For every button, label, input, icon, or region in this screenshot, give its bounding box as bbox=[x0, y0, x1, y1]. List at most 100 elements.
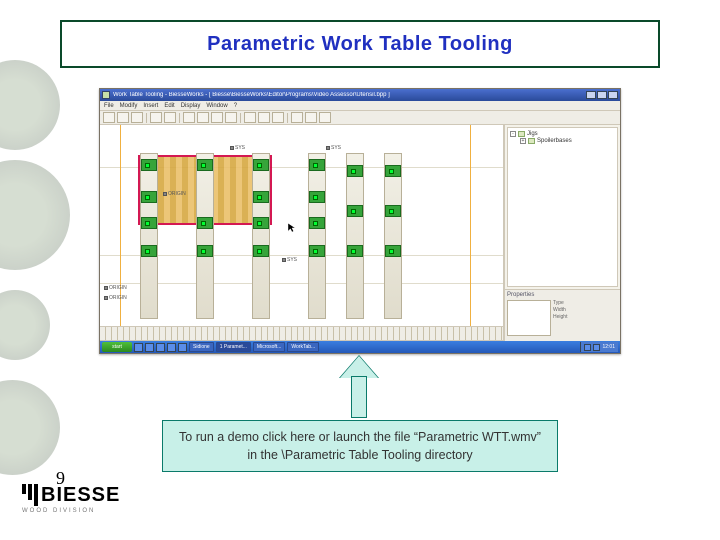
clamp[interactable] bbox=[253, 217, 269, 229]
toolbar-button[interactable] bbox=[117, 112, 129, 123]
taskbar-item[interactable]: WorkTab... bbox=[287, 342, 319, 352]
menu-edit[interactable]: Edit bbox=[164, 103, 174, 109]
taskbar-item[interactable]: Sidione bbox=[189, 342, 214, 352]
clamp[interactable] bbox=[197, 245, 213, 257]
table-rail[interactable] bbox=[252, 153, 270, 319]
clamp[interactable] bbox=[197, 217, 213, 229]
canvas-area[interactable]: SYS SYS SYS ORIGIN ORIGIN ORIGIN /*ticks… bbox=[100, 125, 504, 341]
side-panel: - Jigs + Spoilerbases Properties Type Wi… bbox=[504, 125, 620, 341]
toolbar-button[interactable] bbox=[103, 112, 115, 123]
clamp[interactable] bbox=[385, 205, 401, 217]
clamp[interactable] bbox=[309, 217, 325, 229]
canvas-label: SYS bbox=[235, 145, 245, 151]
table-rail[interactable] bbox=[196, 153, 214, 319]
field-label: Height bbox=[553, 314, 573, 320]
clamp[interactable] bbox=[253, 245, 269, 257]
clamp[interactable] bbox=[385, 165, 401, 177]
clamp[interactable] bbox=[309, 245, 325, 257]
field-label: Type bbox=[553, 300, 573, 306]
clamp[interactable] bbox=[141, 159, 157, 171]
quicklaunch-icon[interactable] bbox=[156, 343, 165, 352]
window-title: Work Table Tooling - BiesseWorks - [ Bie… bbox=[113, 92, 586, 98]
clamp[interactable] bbox=[309, 159, 325, 171]
slide-title-box: Parametric Work Table Tooling bbox=[60, 20, 660, 68]
toolbar-button[interactable] bbox=[319, 112, 331, 123]
origin-label: ORIGIN bbox=[109, 285, 127, 291]
properties-title: Properties bbox=[507, 292, 618, 298]
toolbar bbox=[100, 111, 620, 125]
table-rail[interactable] bbox=[140, 153, 158, 319]
table-rail[interactable] bbox=[384, 153, 402, 319]
toolbar-button[interactable] bbox=[225, 112, 237, 123]
toolbar-button[interactable] bbox=[211, 112, 223, 123]
minimize-button[interactable] bbox=[586, 91, 596, 99]
quicklaunch-icon[interactable] bbox=[134, 343, 143, 352]
clamp[interactable] bbox=[141, 245, 157, 257]
menu-insert[interactable]: Insert bbox=[143, 103, 158, 109]
window-titlebar: Work Table Tooling - BiesseWorks - [ Bie… bbox=[100, 89, 620, 101]
properties-panel: Properties Type Width Height bbox=[505, 289, 620, 341]
demo-caption-box[interactable]: To run a demo click here or launch the f… bbox=[162, 420, 558, 472]
tree-label: Spoilerbases bbox=[537, 138, 572, 144]
clock: 12:01 bbox=[602, 344, 615, 350]
clamp[interactable] bbox=[197, 159, 213, 171]
application-window: Work Table Tooling - BiesseWorks - [ Bie… bbox=[99, 88, 621, 354]
field-label: Width bbox=[553, 307, 573, 313]
start-button[interactable]: start bbox=[102, 342, 132, 352]
tree-item[interactable]: - Jigs bbox=[510, 131, 615, 137]
arrow-up-icon bbox=[340, 356, 378, 418]
brand-name: BIESSE bbox=[41, 484, 120, 507]
toolbar-button[interactable] bbox=[150, 112, 162, 123]
quicklaunch-icon[interactable] bbox=[167, 343, 176, 352]
background-decoration bbox=[0, 0, 82, 540]
taskbar: start Sidione 1 Paramet... Microsoft... … bbox=[100, 341, 620, 353]
table-rail[interactable] bbox=[308, 153, 326, 319]
clamp[interactable] bbox=[347, 165, 363, 177]
brand-subtitle: WOOD DIVISION bbox=[22, 508, 120, 514]
toolbar-button[interactable] bbox=[197, 112, 209, 123]
toolbar-button[interactable] bbox=[258, 112, 270, 123]
maximize-button[interactable] bbox=[597, 91, 607, 99]
taskbar-item[interactable]: Microsoft... bbox=[253, 342, 285, 352]
tree-view[interactable]: - Jigs + Spoilerbases bbox=[507, 127, 618, 287]
menu-bar: File Modify Insert Edit Display Window ? bbox=[100, 101, 620, 111]
system-tray[interactable]: 12:01 bbox=[580, 342, 618, 352]
clamp[interactable] bbox=[253, 191, 269, 203]
slide-title: Parametric Work Table Tooling bbox=[207, 33, 513, 56]
app-icon bbox=[102, 91, 110, 99]
menu-display[interactable]: Display bbox=[181, 103, 201, 109]
clamp[interactable] bbox=[141, 217, 157, 229]
canvas-label: SYS bbox=[287, 257, 297, 263]
toolbar-button[interactable] bbox=[291, 112, 303, 123]
menu-modify[interactable]: Modify bbox=[120, 103, 138, 109]
toolbar-button[interactable] bbox=[272, 112, 284, 123]
origin-label: ORIGIN bbox=[168, 191, 186, 197]
toolbar-button[interactable] bbox=[305, 112, 317, 123]
tree-label: Jigs bbox=[527, 131, 538, 137]
toolbar-button[interactable] bbox=[183, 112, 195, 123]
menu-file[interactable]: File bbox=[104, 103, 114, 109]
toolbar-button[interactable] bbox=[244, 112, 256, 123]
tree-item[interactable]: + Spoilerbases bbox=[520, 138, 615, 144]
menu-help[interactable]: ? bbox=[234, 103, 237, 109]
quicklaunch-icon[interactable] bbox=[178, 343, 187, 352]
clamp[interactable] bbox=[309, 191, 325, 203]
cursor-icon bbox=[288, 223, 296, 233]
toolbar-button[interactable] bbox=[131, 112, 143, 123]
toolbar-button[interactable] bbox=[164, 112, 176, 123]
menu-window[interactable]: Window bbox=[206, 103, 227, 109]
table-rail[interactable] bbox=[346, 153, 364, 319]
taskbar-item[interactable]: 1 Paramet... bbox=[216, 342, 251, 352]
origin-label: ORIGIN bbox=[109, 295, 127, 301]
close-button[interactable] bbox=[608, 91, 618, 99]
clamp[interactable] bbox=[347, 205, 363, 217]
clamp[interactable] bbox=[141, 191, 157, 203]
clamp[interactable] bbox=[347, 245, 363, 257]
demo-caption: To run a demo click here or launch the f… bbox=[173, 428, 547, 464]
clamp[interactable] bbox=[385, 245, 401, 257]
canvas-label: SYS bbox=[331, 145, 341, 151]
preview-swatch bbox=[507, 300, 551, 336]
clamp[interactable] bbox=[253, 159, 269, 171]
brand-logo: BIESSE WOOD DIVISION bbox=[22, 484, 120, 514]
quicklaunch-icon[interactable] bbox=[145, 343, 154, 352]
